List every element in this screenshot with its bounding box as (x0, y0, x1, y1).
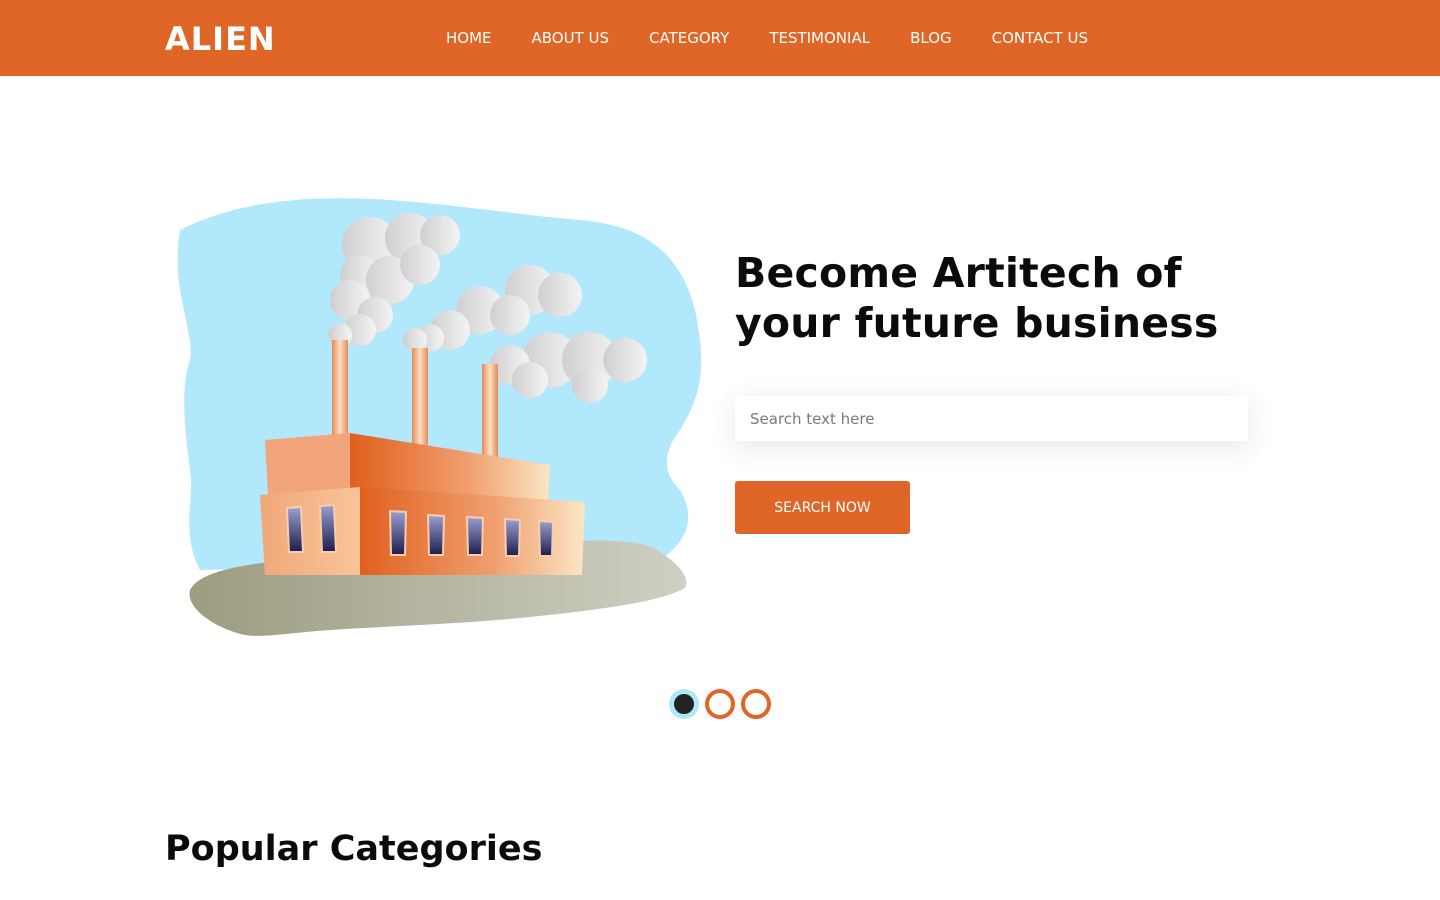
nav-blog-link[interactable]: BLOG (910, 26, 952, 50)
carousel-dot-3[interactable] (741, 689, 771, 719)
top-navbar: ALIEN HOME ABOUT US CATEGORY TESTIMONIAL… (0, 0, 1440, 76)
hero-title-line2: your future business (735, 299, 1219, 347)
search-now-button[interactable]: SEARCH NOW (735, 481, 910, 534)
nav-category-link[interactable]: CATEGORY (649, 26, 729, 50)
search-input[interactable] (735, 396, 1248, 441)
nav-home-link[interactable]: HOME (446, 26, 492, 50)
main-nav: HOME ABOUT US CATEGORY TESTIMONIAL BLOG … (446, 26, 1128, 50)
search-box (735, 396, 1248, 441)
carousel-indicators (669, 689, 777, 719)
popular-categories-heading: Popular Categories (165, 829, 543, 869)
nav-contact-link[interactable]: CONTACT US (992, 26, 1088, 50)
carousel-dot-2[interactable] (705, 689, 735, 719)
hero-title-line1: Become Artitech of (735, 249, 1182, 297)
nav-about-link[interactable]: ABOUT US (532, 26, 610, 50)
nav-testimonial-link[interactable]: TESTIMONIAL (769, 26, 870, 50)
hero-title: Become Artitech of your future business (735, 248, 1295, 348)
factory-illustration-svg (177, 198, 702, 636)
factory-illustration (160, 190, 710, 650)
carousel-dot-1[interactable] (669, 689, 699, 719)
site-logo[interactable]: ALIEN (165, 19, 276, 59)
